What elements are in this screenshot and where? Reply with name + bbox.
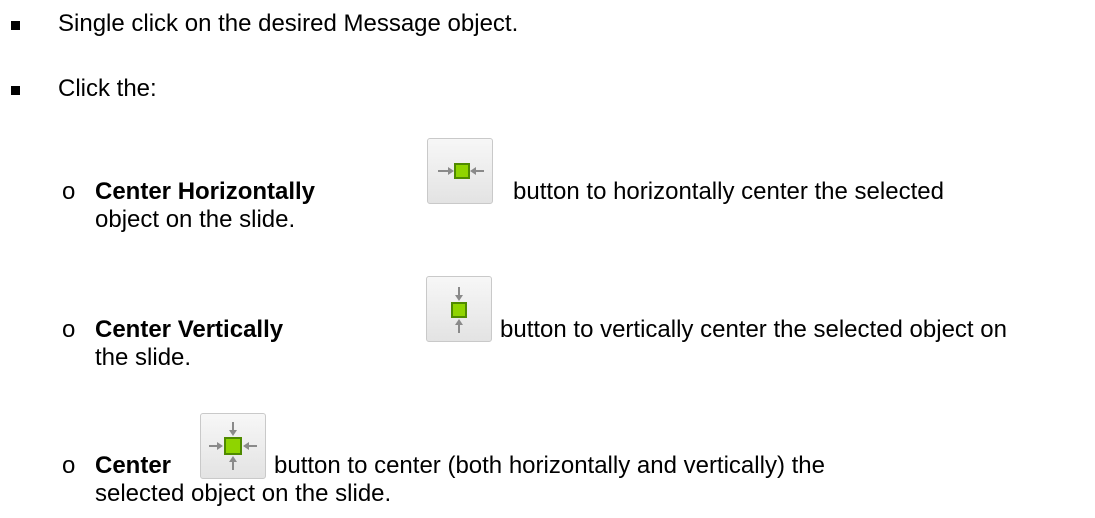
square-bullet-2 bbox=[11, 86, 20, 95]
sub-bullet-2: o bbox=[62, 316, 76, 343]
option-3-line1: button to center (both horizontally and … bbox=[274, 452, 825, 479]
step-1-text: Single click on the desired Message obje… bbox=[58, 10, 519, 37]
option-2-line2: the slide. bbox=[95, 344, 192, 371]
square-bullet-1 bbox=[11, 21, 20, 30]
option-2-line1: button to vertically center the selected… bbox=[500, 316, 1007, 343]
step-2-text: Click the: bbox=[58, 75, 157, 102]
option-3-name: Center bbox=[95, 452, 172, 479]
center-horizontally-icon[interactable] bbox=[427, 138, 493, 204]
option-1-line2: object on the slide. bbox=[95, 206, 296, 233]
sub-bullet-3: o bbox=[62, 452, 76, 479]
option-1-name: Center Horizontally bbox=[95, 178, 316, 205]
center-vertically-icon[interactable] bbox=[426, 276, 492, 342]
sub-bullet-1: o bbox=[62, 178, 76, 205]
center-icon[interactable] bbox=[200, 413, 266, 479]
option-2-name: Center Vertically bbox=[95, 316, 284, 343]
option-1-line1: button to horizontally center the select… bbox=[513, 178, 944, 205]
option-3-line2: selected object on the slide. bbox=[95, 480, 392, 507]
